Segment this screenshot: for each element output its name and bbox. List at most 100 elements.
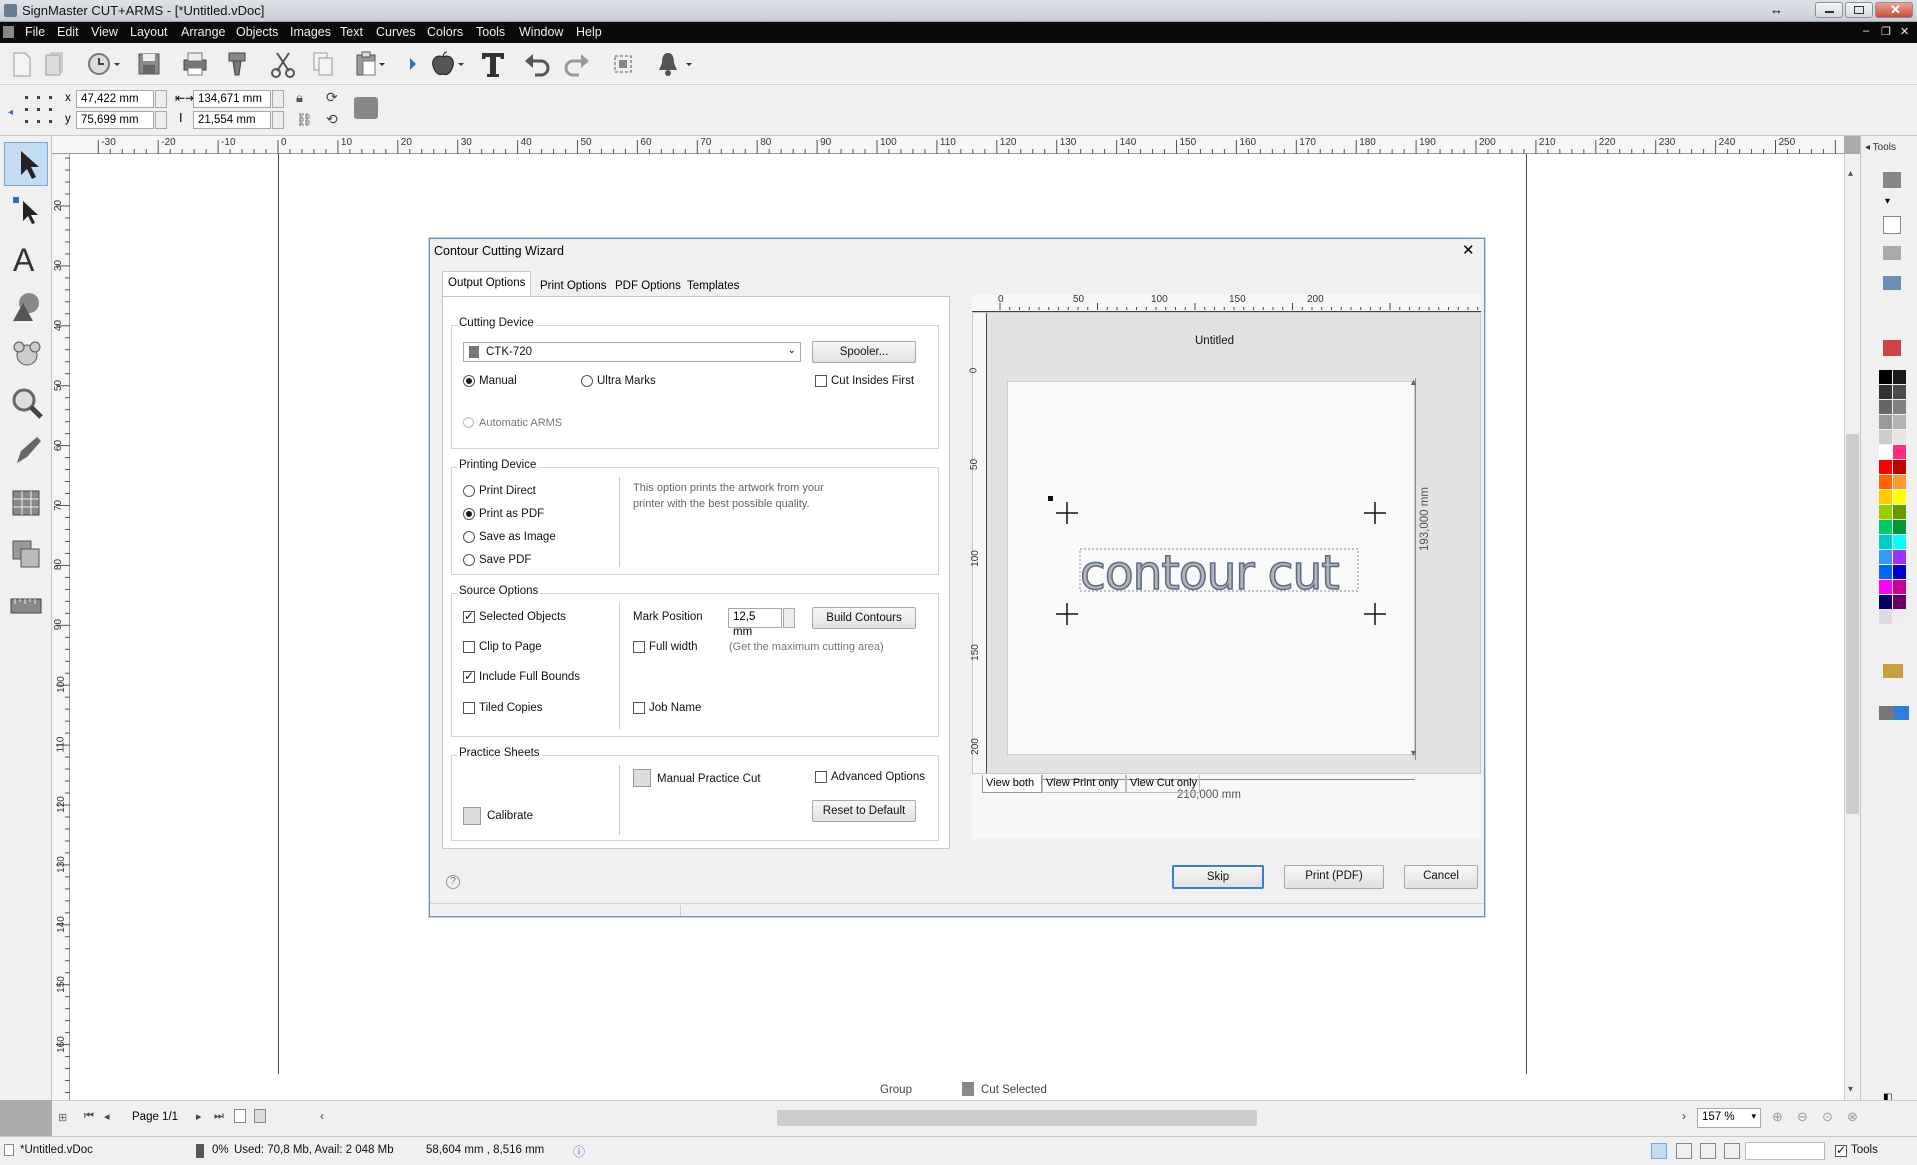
- panel-tool-3-icon[interactable]: [1883, 246, 1901, 260]
- advanced-options-checkbox[interactable]: [815, 771, 827, 783]
- color-swatch[interactable]: [1893, 490, 1906, 504]
- color-swatch[interactable]: [1893, 400, 1906, 414]
- rotate-icon[interactable]: ⟳: [326, 89, 338, 106]
- next-page-icon[interactable]: ▸: [196, 1110, 202, 1123]
- panel-tool-2-icon[interactable]: [1883, 216, 1901, 234]
- color-swatch[interactable]: [1879, 475, 1892, 489]
- color-swatch[interactable]: [1893, 580, 1906, 594]
- mdi-minimize-icon[interactable]: ‒: [1863, 25, 1869, 37]
- color-swatch[interactable]: [1893, 550, 1906, 564]
- scroll-right-icon[interactable]: ›: [1682, 1109, 1686, 1123]
- open-icon[interactable]: [40, 49, 70, 79]
- color-swatch[interactable]: [1879, 565, 1892, 579]
- color-swatch[interactable]: [1893, 595, 1906, 609]
- minimize-button[interactable]: [1815, 2, 1843, 18]
- ultra-marks-radio[interactable]: [581, 375, 593, 387]
- color-swatch[interactable]: [1893, 475, 1906, 489]
- select-tool-icon[interactable]: [4, 142, 48, 186]
- panel-arrow-icon[interactable]: ▾: [1885, 196, 1890, 207]
- node-tool-icon[interactable]: [4, 188, 48, 232]
- menu-objects[interactable]: Objects: [236, 25, 278, 39]
- menu-file[interactable]: File: [25, 25, 45, 39]
- tab-print-options[interactable]: Print Options: [534, 274, 612, 296]
- refresh-icon[interactable]: ⟲: [326, 111, 338, 128]
- alert-bell-icon[interactable]: [656, 49, 692, 79]
- snap-mode-1-icon[interactable]: [1651, 1143, 1667, 1159]
- y-spinner[interactable]: [155, 111, 167, 129]
- height-field[interactable]: 21,554 mm: [193, 111, 271, 129]
- select-frame-icon[interactable]: [608, 49, 638, 79]
- menu-images[interactable]: Images: [290, 25, 331, 39]
- color-swatch[interactable]: [1879, 400, 1892, 414]
- menu-view[interactable]: View: [91, 25, 118, 39]
- color-swatch[interactable]: [1879, 580, 1892, 594]
- lock-icon[interactable]: 🔒︎: [296, 90, 303, 106]
- zoom-out-icon[interactable]: ⊖: [1797, 1109, 1808, 1125]
- text-tool-icon[interactable]: [478, 49, 508, 79]
- tab-templates[interactable]: Templates: [681, 274, 745, 296]
- color-swatch[interactable]: [1893, 565, 1906, 579]
- color-swatch[interactable]: [1893, 385, 1906, 399]
- pen-tool-icon[interactable]: [4, 428, 48, 472]
- mark-position-spinner[interactable]: [783, 608, 795, 628]
- automatic-arms-radio[interactable]: [463, 417, 474, 428]
- manual-radio[interactable]: [463, 375, 475, 387]
- save-icon[interactable]: [134, 49, 164, 79]
- calibrate-icon[interactable]: [463, 807, 481, 825]
- preview-area[interactable]: 0 50 100 150 200 Untitled contour cut ▲ …: [968, 312, 1481, 801]
- fill-stroke-indicator[interactable]: [1879, 706, 1909, 720]
- mark-position-field[interactable]: 12,5 mm: [728, 608, 782, 638]
- manual-practice-cut-label[interactable]: Manual Practice Cut: [657, 773, 761, 785]
- y-position-field[interactable]: 75,699 mm: [76, 111, 154, 129]
- print-direct-radio[interactable]: [463, 485, 475, 497]
- new-document-icon[interactable]: [6, 49, 36, 79]
- color-swatch[interactable]: [1879, 535, 1892, 549]
- cutting-device-select[interactable]: CTK-720 ⌄: [463, 342, 801, 362]
- palette-options-icon[interactable]: [1883, 664, 1903, 678]
- spooler-button[interactable]: Spooler...: [812, 341, 916, 363]
- color-swatch[interactable]: [1879, 610, 1892, 624]
- maximize-button[interactable]: [1845, 2, 1873, 18]
- undo-icon[interactable]: [522, 49, 552, 79]
- color-swatch[interactable]: [1893, 505, 1906, 519]
- view-cut-only-tab[interactable]: View Cut only: [1126, 775, 1200, 793]
- transform-icon[interactable]: [354, 97, 378, 119]
- color-swatch[interactable]: [1879, 370, 1892, 384]
- cut-insides-first-checkbox[interactable]: [815, 375, 827, 387]
- redo-icon[interactable]: [562, 49, 592, 79]
- mdi-close-icon[interactable]: ✕: [1900, 25, 1909, 38]
- clip-to-page-checkbox[interactable]: [463, 641, 475, 653]
- menu-arrange[interactable]: Arrange: [181, 25, 225, 39]
- shape-tool-icon[interactable]: [4, 284, 48, 328]
- job-name-checkbox[interactable]: [633, 702, 645, 714]
- scroll-left-icon[interactable]: ‹: [320, 1109, 324, 1123]
- print-pdf-button[interactable]: Print (PDF): [1284, 865, 1384, 889]
- scroll-up-icon[interactable]: ▴: [1848, 168, 1853, 179]
- menu-edit[interactable]: Edit: [57, 25, 79, 39]
- x-position-field[interactable]: 47,422 mm: [76, 90, 154, 108]
- tab-pdf-options[interactable]: PDF Options: [609, 274, 687, 296]
- width-spinner[interactable]: [272, 90, 284, 108]
- color-swatch[interactable]: [1893, 520, 1906, 534]
- full-width-checkbox[interactable]: [633, 641, 645, 653]
- horizontal-ruler[interactable]: -30 -20 -10 0 10 20 30 40 50 60 70 80 90 100 110 120 130…: [52, 136, 1844, 154]
- calibrate-label[interactable]: Calibrate: [487, 810, 533, 822]
- menu-layout[interactable]: Layout: [130, 25, 168, 39]
- menu-colors[interactable]: Colors: [427, 25, 463, 39]
- view-print-only-tab[interactable]: View Print only: [1042, 775, 1126, 793]
- snap-mode-3-icon[interactable]: [1700, 1143, 1716, 1159]
- weld-tool-icon[interactable]: [4, 532, 48, 576]
- cut-selected-label[interactable]: Cut Selected: [981, 1084, 1047, 1096]
- selected-objects-checkbox[interactable]: [463, 609, 475, 623]
- view-both-tab[interactable]: View both: [982, 775, 1042, 793]
- paste-icon[interactable]: [352, 49, 385, 79]
- print-as-pdf-radio[interactable]: [463, 508, 475, 520]
- color-swatch[interactable]: [1879, 520, 1892, 534]
- menu-help[interactable]: Help: [576, 25, 602, 39]
- no-fill-icon[interactable]: [1883, 340, 1901, 356]
- skip-button[interactable]: Skip: [1172, 865, 1264, 889]
- reference-point-icon[interactable]: [22, 93, 56, 127]
- apple-icon[interactable]: [428, 49, 464, 79]
- help-icon[interactable]: ?: [446, 875, 460, 889]
- measure-tool-icon[interactable]: [4, 584, 48, 628]
